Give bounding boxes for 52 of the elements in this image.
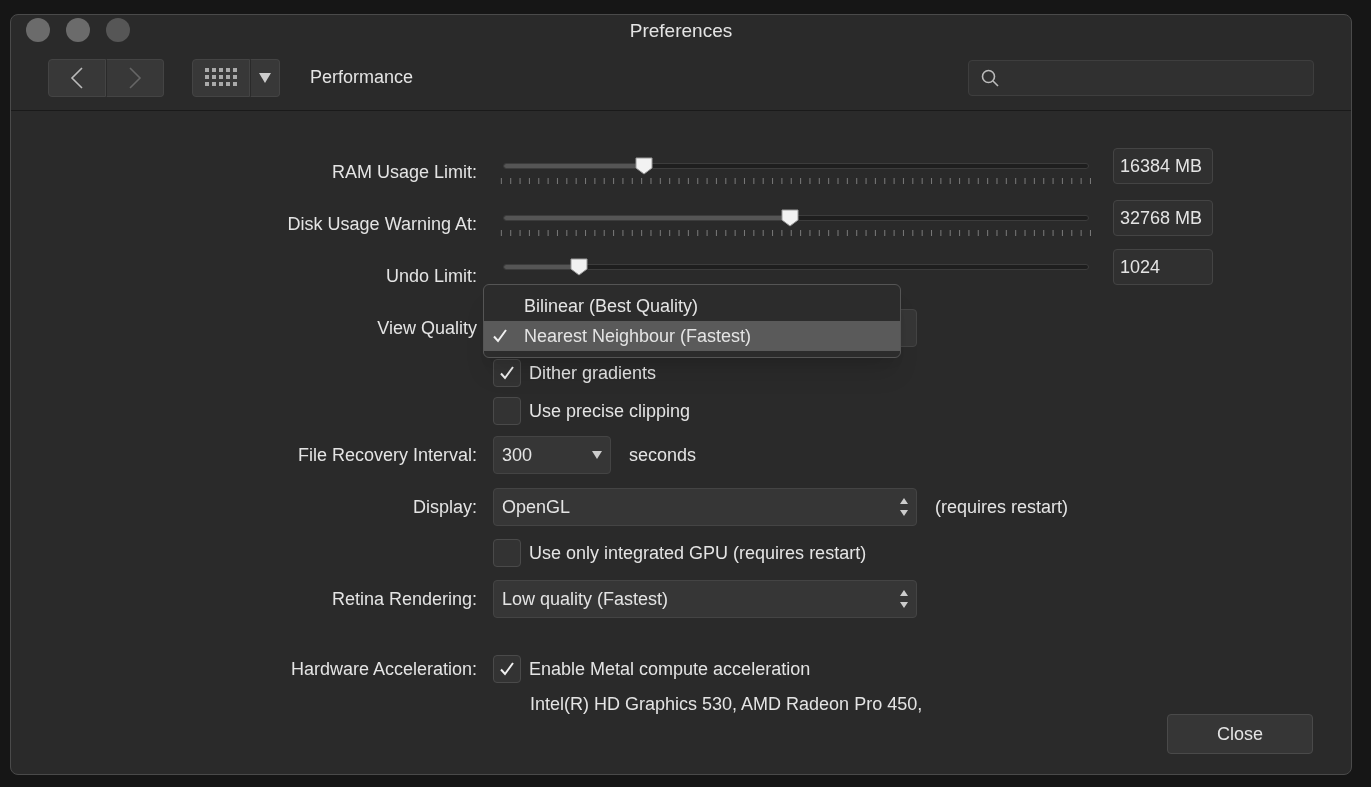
checkbox[interactable]: [493, 359, 521, 387]
value-field[interactable]: 16384 MB: [1113, 148, 1213, 184]
search-icon: [981, 68, 999, 87]
checkbox-label: Dither gradients: [529, 361, 657, 385]
checkbox[interactable]: [493, 655, 521, 683]
menu-item[interactable]: Bilinear (Best Quality): [484, 291, 900, 321]
grid-icon: [205, 67, 237, 88]
setting-label: File Recovery Interval:: [297, 443, 477, 467]
grid-menu-button[interactable]: [250, 58, 280, 97]
checkbox[interactable]: [493, 539, 521, 567]
checkbox-label: Use only integrated GPU (requires restart): [529, 541, 867, 565]
chevron-right-icon: [128, 66, 142, 89]
slider-thumb[interactable]: [569, 257, 590, 277]
setting-label: RAM Usage Limit:: [331, 160, 477, 184]
menu-item[interactable]: Nearest Neighbour (Fastest): [484, 321, 900, 351]
stepper-arrows-icon: [900, 589, 908, 609]
checkbox-label: Use precise clipping: [529, 399, 691, 423]
slider-thumb[interactable]: [780, 208, 801, 228]
select-box[interactable]: 300: [493, 436, 611, 474]
setting-label: View Quality: [377, 316, 477, 340]
caret-icon: [259, 72, 271, 83]
zoom-window-button[interactable]: [106, 18, 130, 42]
setting-label: Disk Usage Warning At:: [287, 212, 477, 236]
checkbox-label: Enable Metal compute acceleration: [529, 657, 811, 681]
checkbox[interactable]: [493, 397, 521, 425]
setting-label: Undo Limit:: [385, 264, 477, 288]
gpu-list-text: Intel(R) HD Graphics 530, AMD Radeon Pro 450,: [529, 692, 924, 716]
slider-thumb[interactable]: [633, 156, 654, 176]
close-button[interactable]: Close: [1167, 714, 1313, 754]
search-field[interactable]: [968, 59, 1314, 96]
setting-label: Display:: [412, 495, 477, 519]
checkmark-icon: [492, 328, 508, 344]
back-button[interactable]: [48, 58, 106, 97]
hint-text: seconds: [629, 443, 697, 467]
section-title: Performance: [310, 66, 414, 89]
close-window-button[interactable]: [26, 18, 50, 42]
stepper-arrows-icon: [900, 497, 908, 517]
value-field[interactable]: 1024: [1113, 249, 1213, 285]
hint-text: (requires restart): [935, 495, 1069, 519]
forward-button[interactable]: [106, 58, 164, 97]
checkmark-icon: [499, 365, 515, 381]
value-field[interactable]: 32768 MB: [1113, 200, 1213, 236]
chevron-left-icon: [70, 66, 84, 89]
caret-icon: [592, 451, 602, 459]
minimize-window-button[interactable]: [66, 18, 90, 42]
checkmark-icon: [499, 661, 515, 677]
select-box[interactable]: OpenGL: [493, 488, 917, 526]
window-title: Preferences: [629, 18, 733, 43]
setting-label: Retina Rendering:: [331, 587, 477, 611]
setting-label: Hardware Acceleration:: [290, 657, 477, 681]
select-box[interactable]: Low quality (Fastest): [493, 580, 917, 618]
grid-view-button[interactable]: [192, 58, 250, 97]
